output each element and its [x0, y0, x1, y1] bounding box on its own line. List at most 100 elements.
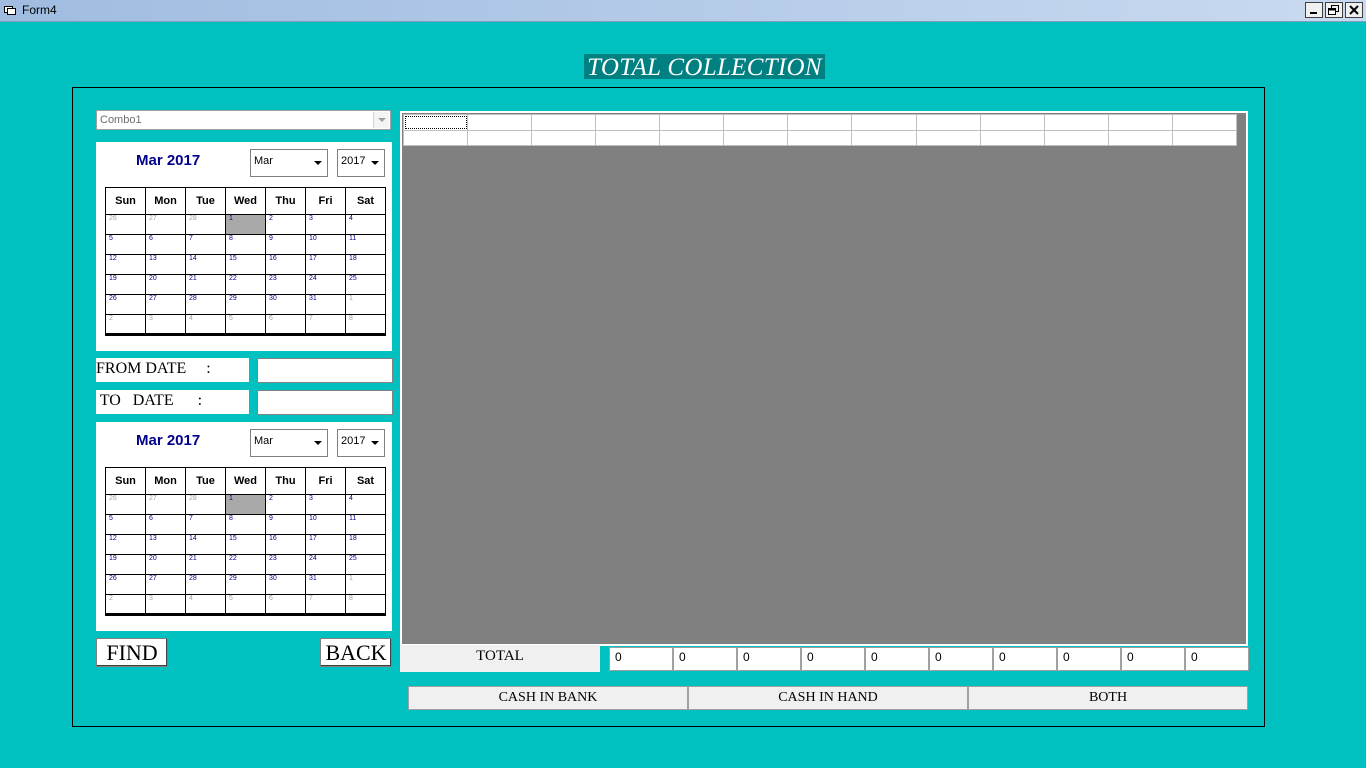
calendar-day[interactable]: 31: [305, 294, 346, 315]
calendar-day[interactable]: 23: [265, 554, 306, 575]
calendar-day[interactable]: 24: [305, 554, 346, 575]
data-grid[interactable]: [400, 111, 1248, 646]
calendar-day[interactable]: 1: [345, 294, 386, 315]
calendar-day[interactable]: 23: [265, 274, 306, 295]
calendar-day[interactable]: 8: [225, 234, 266, 255]
grid-cell[interactable]: [787, 129, 853, 146]
grid-cell[interactable]: [915, 114, 981, 131]
grid-cell[interactable]: [915, 129, 981, 146]
calendar-day[interactable]: 4: [185, 594, 226, 616]
both-button[interactable]: BOTH: [968, 686, 1248, 710]
grid-cell[interactable]: [723, 129, 789, 146]
calendar-day[interactable]: 8: [225, 514, 266, 535]
calendar-day[interactable]: 28: [185, 214, 226, 235]
calendar-day[interactable]: 5: [225, 314, 266, 336]
grid-cell[interactable]: [531, 129, 597, 146]
total-field[interactable]: 0: [801, 647, 865, 671]
calendar-day[interactable]: 2: [105, 314, 146, 336]
calendar-day[interactable]: 13: [145, 534, 186, 555]
calendar-day[interactable]: 5: [105, 514, 146, 535]
calendar-day[interactable]: 21: [185, 274, 226, 295]
grid-cell[interactable]: [787, 114, 853, 131]
calendar-day[interactable]: 26: [105, 294, 146, 315]
close-button[interactable]: [1345, 2, 1363, 18]
calendar-day[interactable]: 1: [225, 494, 266, 515]
total-field[interactable]: 0: [1057, 647, 1121, 671]
calendar-day[interactable]: 7: [305, 314, 346, 336]
calendar-day[interactable]: 21: [185, 554, 226, 575]
calendar-day[interactable]: 8: [345, 314, 386, 336]
total-field[interactable]: 0: [929, 647, 993, 671]
calendar-day[interactable]: 20: [145, 554, 186, 575]
total-field[interactable]: 0: [673, 647, 737, 671]
calendar-day[interactable]: 27: [145, 214, 186, 235]
minimize-button[interactable]: [1305, 2, 1323, 18]
calendar-day[interactable]: 5: [225, 594, 266, 616]
calendar-day[interactable]: 11: [345, 514, 386, 535]
year-dropdown-button[interactable]: [367, 431, 383, 455]
calendar-day[interactable]: 3: [145, 594, 186, 616]
calendar-day[interactable]: 18: [345, 534, 386, 555]
calendar-day[interactable]: 27: [145, 494, 186, 515]
calendar-day[interactable]: 5: [105, 234, 146, 255]
calendar-day[interactable]: 6: [265, 594, 306, 616]
calendar-day[interactable]: 19: [105, 274, 146, 295]
to-date-field[interactable]: [257, 390, 393, 415]
month-select[interactable]: Mar: [250, 149, 328, 177]
calendar-day[interactable]: 29: [225, 294, 266, 315]
calendar-day[interactable]: 7: [185, 514, 226, 535]
calendar-day[interactable]: 28: [185, 574, 226, 595]
calendar-day[interactable]: 29: [225, 574, 266, 595]
calendar-day[interactable]: 15: [225, 254, 266, 275]
calendar-day[interactable]: 22: [225, 274, 266, 295]
calendar-day[interactable]: 4: [185, 314, 226, 336]
calendar-day[interactable]: 20: [145, 274, 186, 295]
grid-cell[interactable]: [467, 114, 533, 131]
year-select[interactable]: 2017: [337, 149, 385, 177]
calendar-day[interactable]: 10: [305, 234, 346, 255]
calendar-day[interactable]: 12: [105, 534, 146, 555]
grid-cell[interactable]: [1043, 114, 1109, 131]
calendar-day[interactable]: 26: [105, 494, 146, 515]
grid-cell[interactable]: [851, 129, 917, 146]
back-button[interactable]: BACK: [320, 638, 392, 667]
calendar-day[interactable]: 31: [305, 574, 346, 595]
grid-cell[interactable]: [595, 129, 661, 146]
from-calendar[interactable]: Mar 2017 Mar 2017 Sun Mon Tue Wed Thu Fri Sat 2…: [96, 142, 392, 351]
calendar-day[interactable]: 26: [105, 214, 146, 235]
calendar-day[interactable]: 27: [145, 574, 186, 595]
calendar-day[interactable]: 25: [345, 554, 386, 575]
calendar-day[interactable]: 6: [265, 314, 306, 336]
calendar-day[interactable]: 17: [305, 254, 346, 275]
calendar-day[interactable]: 3: [145, 314, 186, 336]
calendar-day[interactable]: 26: [105, 574, 146, 595]
total-field[interactable]: 0: [1185, 647, 1249, 671]
grid-cell[interactable]: [1171, 129, 1238, 146]
from-date-field[interactable]: [257, 358, 393, 383]
calendar-day[interactable]: 8: [345, 594, 386, 616]
total-field[interactable]: 0: [737, 647, 801, 671]
month-select[interactable]: Mar: [250, 429, 328, 457]
calendar-day[interactable]: 2: [265, 494, 306, 515]
month-dropdown-button[interactable]: [310, 151, 326, 175]
grid-cell[interactable]: [1107, 114, 1173, 131]
cash-in-bank-button[interactable]: CASH IN BANK: [408, 686, 688, 710]
calendar-day[interactable]: 1: [225, 214, 266, 235]
calendar-day[interactable]: 25: [345, 274, 386, 295]
calendar-day[interactable]: 18: [345, 254, 386, 275]
grid-cell[interactable]: [851, 114, 917, 131]
calendar-day[interactable]: 2: [105, 594, 146, 616]
calendar-day[interactable]: 27: [145, 294, 186, 315]
total-field[interactable]: 0: [1121, 647, 1185, 671]
calendar-day[interactable]: 16: [265, 254, 306, 275]
combo-dropdown-button[interactable]: [373, 112, 389, 128]
grid-cell[interactable]: [1107, 129, 1173, 146]
calendar-day[interactable]: 4: [345, 494, 386, 515]
calendar-day[interactable]: 28: [185, 294, 226, 315]
grid-cell[interactable]: [531, 114, 597, 131]
calendar-day[interactable]: 17: [305, 534, 346, 555]
calendar-day[interactable]: 2: [265, 214, 306, 235]
calendar-day[interactable]: 14: [185, 254, 226, 275]
calendar-day[interactable]: 3: [305, 214, 346, 235]
grid-cell[interactable]: [979, 129, 1045, 146]
